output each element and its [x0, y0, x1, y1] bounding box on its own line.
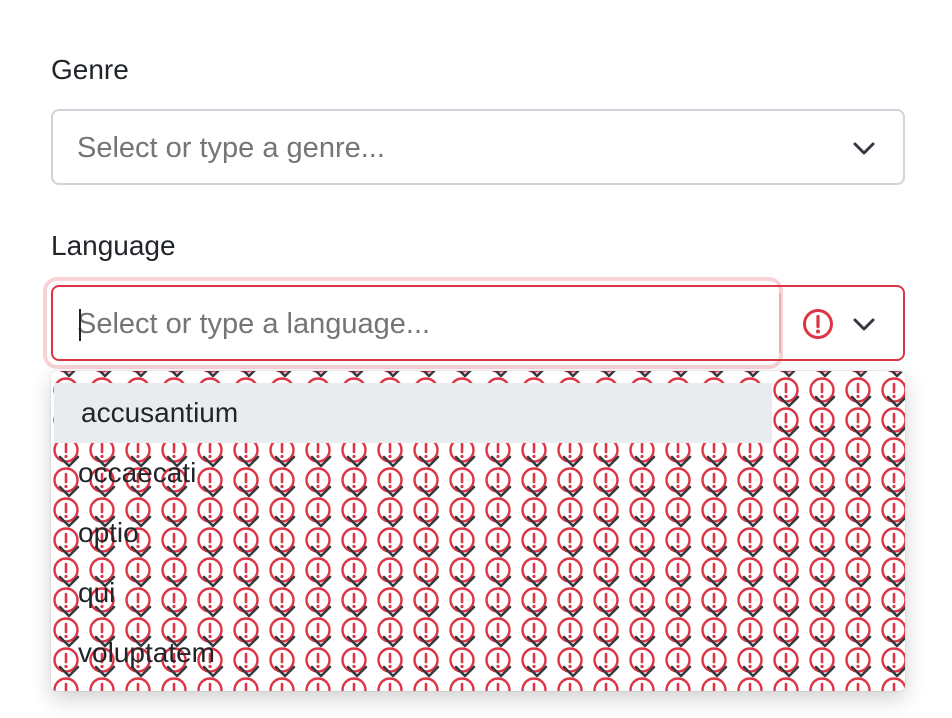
genre-label: Genre	[51, 54, 129, 85]
genre-select[interactable]	[51, 109, 905, 185]
text-caret	[79, 309, 81, 341]
indicator-separator	[779, 293, 781, 353]
option-qui[interactable]: qui	[51, 563, 905, 623]
language-input[interactable]	[77, 307, 757, 341]
genre-input[interactable]	[77, 131, 757, 165]
error-circle-icon	[803, 309, 833, 339]
language-dropdown-menu: accusantium occaecati optio qui voluptat…	[51, 371, 905, 691]
option-accusantium[interactable]: accusantium	[54, 383, 772, 443]
language-label: Language	[51, 230, 176, 261]
option-occaecati[interactable]: occaecati	[51, 443, 905, 503]
chevron-down-icon[interactable]	[851, 135, 877, 161]
chevron-down-icon[interactable]	[851, 311, 877, 337]
language-select[interactable]	[51, 285, 905, 361]
option-optio[interactable]: optio	[51, 503, 905, 563]
option-voluptatem[interactable]: voluptatem	[51, 623, 905, 683]
